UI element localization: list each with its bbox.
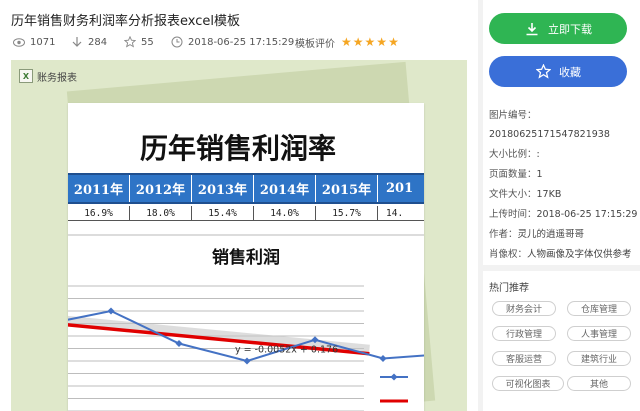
profit-chart: 销售利润 y = -0.0052x + 0.176	[68, 231, 424, 411]
series-point	[175, 339, 183, 348]
rating-label: 模板评价	[295, 38, 335, 50]
favorite-button-label: 收藏	[559, 65, 581, 79]
views-stat: 1071	[12, 35, 55, 49]
info-id-value: 20180625171547821938	[489, 129, 610, 140]
tag-hr[interactable]: 人事管理	[567, 326, 631, 341]
excel-icon: X	[19, 69, 33, 83]
star-outline-icon	[123, 35, 137, 49]
legend-series-marker	[390, 373, 398, 381]
date-stat: 2018-06-25 17:15:29	[170, 35, 294, 49]
table-header-cell: 201	[378, 175, 424, 202]
sheet-title: 历年销售利润率	[139, 132, 336, 165]
table-header-cell: 2015年	[316, 175, 378, 202]
favorites-stat: 55	[123, 35, 154, 49]
page-title: 历年销售财务利润率分析报表excel模板	[11, 14, 240, 29]
table-cell: 15.4%	[192, 206, 254, 220]
series-point	[379, 354, 387, 363]
chart-legend	[380, 373, 408, 403]
star-icon: ★	[352, 35, 364, 49]
document-tag: X 账务报表	[19, 68, 77, 84]
series-point	[243, 357, 251, 365]
tag-visual-charts[interactable]: 可视化图表	[492, 376, 564, 391]
chart-plot: y = -0.0052x + 0.176	[68, 234, 424, 411]
info-rights: 肖像权：人物画像及字体仅供参考	[489, 249, 632, 260]
table-header-cell: 2011年	[68, 175, 130, 202]
downloads-stat: 284	[70, 35, 107, 49]
downloads-count: 284	[88, 36, 108, 48]
info-upload-time: 上传时间：2018-06-25 17:15:29	[489, 209, 638, 220]
upload-date: 2018-06-25 17:15:29	[188, 36, 295, 48]
document-tag-label: 账务报表	[37, 72, 77, 84]
download-button-label: 立即下载	[548, 22, 592, 36]
star-icon: ★	[388, 35, 399, 49]
hot-recommend: 热门推荐 财务会计 仓库管理 行政管理 人事管理 客服运营 建筑行业 可视化图表…	[483, 265, 640, 411]
trendline-equation: y = -0.0052x + 0.176	[235, 344, 338, 355]
rating: 模板评价 ★ ★ ★ ★ ★	[295, 35, 400, 50]
tag-construction[interactable]: 建筑行业	[567, 351, 631, 366]
star-icon	[535, 64, 551, 80]
star-icon: ★	[376, 35, 388, 49]
download-arrow-icon	[70, 35, 84, 49]
favorites-count: 55	[141, 36, 154, 48]
table-cell: 14.0%	[254, 206, 316, 220]
table-row: 16.9% 18.0% 15.4% 14.0% 15.7% 14.	[68, 206, 424, 221]
favorite-button[interactable]: 收藏	[489, 56, 627, 87]
star-icon: ★	[341, 35, 352, 49]
series-point	[107, 307, 115, 315]
clock-icon	[170, 35, 184, 49]
table-cell: 15.7%	[316, 206, 378, 220]
info-size: 文件大小：17KB	[489, 189, 562, 200]
tag-finance[interactable]: 财务会计	[492, 301, 556, 316]
table-cell: 18.0%	[130, 206, 192, 220]
info-author: 作者：灵儿的逍遥哥哥	[489, 229, 585, 240]
table-header-cell: 2012年	[130, 175, 192, 202]
table-cell: 14.	[378, 206, 424, 220]
info-scale: 大小比例：:	[489, 149, 540, 160]
tag-warehouse[interactable]: 仓库管理	[567, 301, 631, 316]
download-button[interactable]: 立即下载	[489, 13, 627, 44]
hot-recommend-title: 热门推荐	[489, 283, 529, 294]
tag-customer-service[interactable]: 客服运营	[492, 351, 556, 366]
rating-stars: ★ ★ ★ ★ ★	[341, 36, 400, 48]
table-header-cell: 2014年	[254, 175, 316, 202]
info-id-label: 图片编号：	[489, 110, 537, 121]
sidebar: 立即下载 收藏 图片编号： 20180625171547821938 大小比例：…	[483, 0, 640, 411]
template-preview[interactable]: X 账务报表 历年销售利润率 2011年 2012年 2013年 2014年 2…	[11, 60, 467, 411]
table-header-cell: 2013年	[192, 175, 254, 202]
info-pages: 页面数量：1	[489, 169, 543, 180]
eye-icon	[12, 35, 26, 49]
table-header-row: 2011年 2012年 2013年 2014年 2015年 201	[68, 173, 424, 204]
download-icon	[524, 21, 540, 37]
spreadsheet-preview: 历年销售利润率 2011年 2012年 2013年 2014年 2015年 20…	[68, 103, 424, 411]
star-icon: ★	[364, 35, 376, 49]
views-count: 1071	[30, 36, 56, 48]
table-cell: 16.9%	[68, 206, 130, 220]
main-panel: 历年销售财务利润率分析报表excel模板 1071 284 55 2018-06…	[0, 0, 478, 411]
tag-other[interactable]: 其他	[567, 376, 631, 391]
tag-admin[interactable]: 行政管理	[492, 326, 556, 341]
